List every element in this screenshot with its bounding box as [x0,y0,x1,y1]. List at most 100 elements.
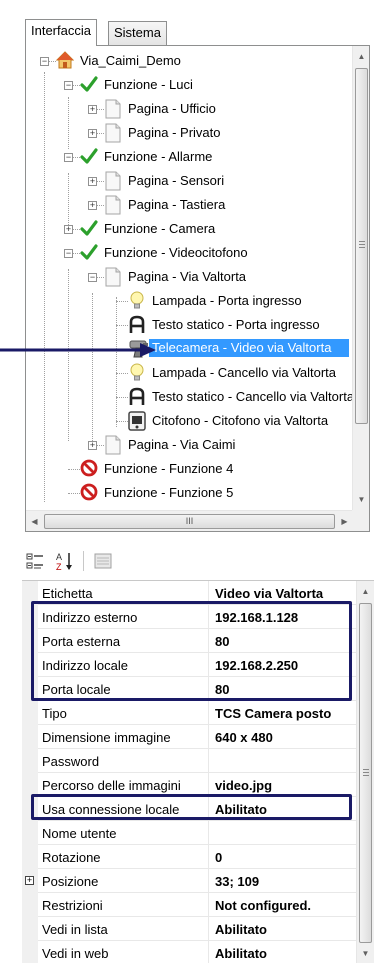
property-row[interactable]: Porta locale 80 [22,677,356,701]
property-row[interactable]: Percorso delle immagini video.jpg [22,773,356,797]
expand-icon[interactable]: + [88,129,97,138]
property-row[interactable]: Vedi in lista Abilitato [22,917,356,941]
tree-node[interactable]: − Pagina - Via Valtorta [30,266,354,288]
property-name: Nome utente [42,826,117,841]
property-value[interactable]: 80 [215,682,356,697]
property-value[interactable]: 640 x 480 [215,730,356,745]
alphabetical-sort-icon[interactable]: A Z [54,550,76,572]
tree-node-label: Pagina - Via Caimi [128,437,236,452]
tree-view[interactable]: − Via_Caimi_Demo − Funzione - Luci + Pagina -… [30,50,354,507]
property-pages-icon[interactable] [92,550,114,572]
property-value[interactable]: TCS Camera posto [215,706,356,721]
property-row[interactable]: Dimensione immagine 640 x 480 [22,725,356,749]
property-row[interactable]: Indirizzo locale 192.168.2.250 [22,653,356,677]
grid-scroll-up-arrow-icon[interactable]: ▲ [357,583,374,600]
expand-icon[interactable]: + [25,876,34,885]
property-row[interactable]: Indirizzo esterno 192.168.1.128 [22,605,356,629]
page-icon [104,123,122,146]
tree-node[interactable]: Testo statico - Porta ingresso [30,314,354,336]
property-value[interactable]: Video via Valtorta [215,586,356,601]
bulb-icon [128,363,146,386]
tree-node[interactable]: − Funzione - Allarme [30,146,354,168]
tree-node[interactable]: Funzione - Funzione 5 [30,482,354,504]
tree-node-label: Telecamera - Video via Valtorta [149,339,349,357]
property-row[interactable]: Tipo TCS Camera posto [22,701,356,725]
tree-node[interactable]: − Funzione - Videocitofono [30,242,354,264]
tree-node-label: Pagina - Privato [128,125,221,140]
categorized-view-icon[interactable] [24,550,46,572]
collapse-icon[interactable]: − [40,57,49,66]
property-value[interactable]: 192.168.1.128 [215,610,356,625]
tab-sistema[interactable]: Sistema [108,21,167,45]
property-name: Indirizzo esterno [42,610,138,625]
tree-node[interactable]: + Pagina - Sensori [30,170,354,192]
property-row[interactable]: Etichetta Video via Valtorta [22,581,356,605]
scroll-up-arrow-icon[interactable]: ▲ [353,48,370,65]
blocked-icon [80,459,98,480]
tree-node-label: Funzione - Camera [104,221,216,236]
property-row[interactable]: Usa connessione locale Abilitato [22,797,356,821]
tree-node[interactable]: Testo statico - Cancello via Valtorta [30,386,354,408]
scroll-thumb[interactable] [355,68,368,424]
scroll-down-arrow-icon[interactable]: ▼ [353,491,370,508]
property-value[interactable]: 0 [215,850,356,865]
expand-icon[interactable]: + [88,441,97,450]
property-row[interactable]: + Posizione 33; 109 [22,869,356,893]
tree-horizontal-scrollbar[interactable]: ◀ III ▶ [26,510,353,531]
scroll-right-arrow-icon[interactable]: ▶ [336,513,353,530]
row-margin [22,629,38,653]
tree-node[interactable]: − Funzione - Luci [30,74,354,96]
property-value[interactable]: Abilitato [215,946,356,961]
property-row[interactable]: Password [22,749,356,773]
property-row[interactable]: Nome utente [22,821,356,845]
tree-node[interactable]: Lampada - Porta ingresso [30,290,354,312]
svg-text:A: A [56,552,62,562]
tree-node[interactable]: Citofono - Citofono via Valtorta [30,410,354,432]
tab-interfaccia[interactable]: Interfaccia [25,19,97,46]
collapse-icon[interactable]: − [64,153,73,162]
scroll-left-arrow-icon[interactable]: ◀ [26,513,43,530]
property-value[interactable]: Abilitato [215,802,356,817]
property-value[interactable]: Abilitato [215,922,356,937]
property-value[interactable]: Not configured. [215,898,356,913]
property-row[interactable]: Restrizioni Not configured. [22,893,356,917]
row-margin [22,917,38,941]
collapse-icon[interactable]: − [64,249,73,258]
property-value[interactable]: 33; 109 [215,874,356,889]
expand-icon[interactable]: + [88,201,97,210]
property-value[interactable]: 192.168.2.250 [215,658,356,673]
tree-node[interactable]: Lampada - Cancello via Valtorta [30,362,354,384]
expand-icon[interactable]: + [64,225,73,234]
tree-node-label: Pagina - Tastiera [128,197,226,212]
property-row[interactable]: Rotazione 0 [22,845,356,869]
property-value[interactable]: video.jpg [215,778,356,793]
svg-text:Z: Z [56,562,62,572]
property-row[interactable]: Porta esterna 80 [22,629,356,653]
grid-scroll-down-arrow-icon[interactable]: ▼ [357,945,374,962]
expand-icon[interactable]: + [88,177,97,186]
tree-node[interactable]: + Funzione - Camera [30,218,354,240]
tree-node-label: Testo statico - Cancello via Valtorta [152,389,354,404]
property-value[interactable]: 80 [215,634,356,649]
collapse-icon[interactable]: − [64,81,73,90]
row-margin [22,941,38,963]
tree-node[interactable]: − Via_Caimi_Demo [30,50,354,72]
grid-vertical-scrollbar[interactable]: ▲ ▼ [356,581,374,963]
property-name: Tipo [42,706,67,721]
expand-icon[interactable]: + [88,105,97,114]
tree-vertical-scrollbar[interactable]: ▲ ▼ [352,46,369,511]
tree-node[interactable]: + Pagina - Tastiera [30,194,354,216]
tree-node[interactable]: + Pagina - Privato [30,122,354,144]
tree-node[interactable]: Funzione - Funzione 4 [30,458,354,480]
column-separator [208,869,209,893]
page-icon [104,267,122,290]
row-margin [22,653,38,677]
tree-node-label: Lampada - Porta ingresso [152,293,302,308]
tree-node[interactable]: + Pagina - Ufficio [30,98,354,120]
tree-node-label: Funzione - Videocitofono [104,245,248,260]
collapse-icon[interactable]: − [88,273,97,282]
hscroll-thumb[interactable]: III [44,514,335,529]
property-row[interactable]: Vedi in web Abilitato [22,941,356,963]
tree-node[interactable]: + Pagina - Via Caimi [30,434,354,456]
grid-scroll-thumb[interactable] [359,603,372,943]
